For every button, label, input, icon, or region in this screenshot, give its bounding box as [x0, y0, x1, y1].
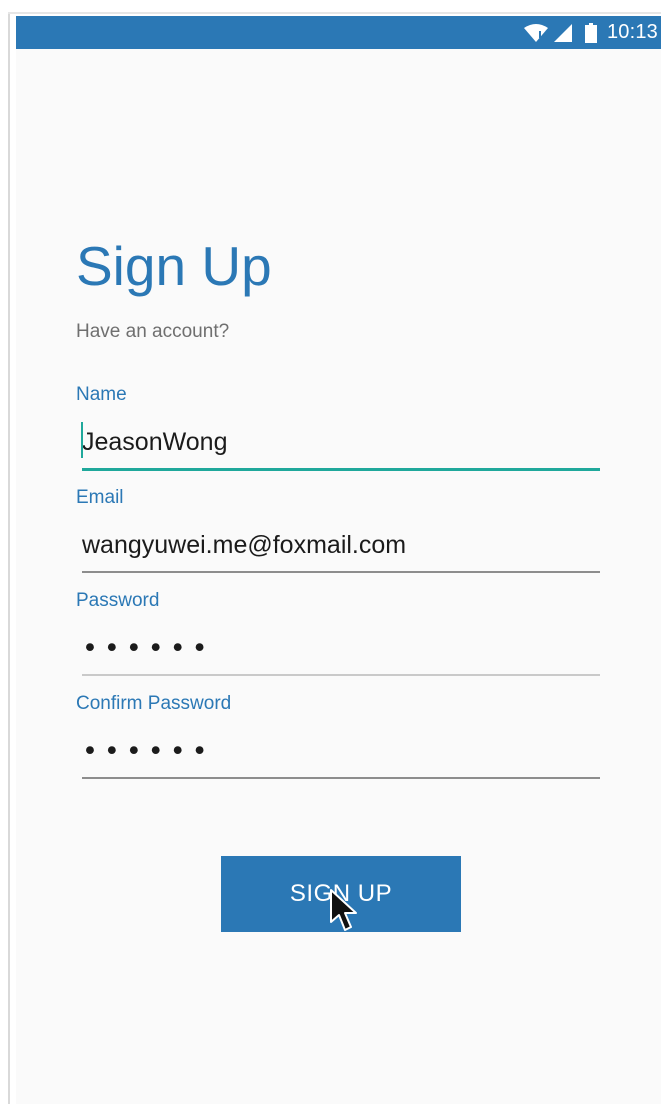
confirm-password-input-underline: [82, 777, 600, 779]
name-input[interactable]: [82, 422, 600, 462]
frame-border-top: [8, 12, 661, 14]
wifi-icon: [523, 23, 549, 43]
email-input-underline: [82, 571, 600, 573]
password-input-underline: [82, 674, 600, 676]
screenshot-frame: 10:13 Sign Up Have an account? Name Emai…: [0, 0, 661, 1104]
email-field-label: Email: [76, 487, 124, 508]
confirm-password-field-label: Confirm Password: [76, 693, 232, 714]
password-field-label: Password: [76, 590, 160, 611]
battery-icon: [584, 22, 597, 43]
password-input[interactable]: [82, 628, 600, 668]
text-caret: [81, 422, 83, 458]
phone-screen: 10:13 Sign Up Have an account? Name Emai…: [16, 16, 661, 1104]
frame-border-left: [8, 12, 10, 1104]
confirm-password-input[interactable]: [82, 731, 600, 771]
name-field-label: Name: [76, 384, 127, 405]
name-input-underline: [82, 468, 600, 471]
cellular-signal-icon: [553, 23, 573, 43]
page-title: Sign Up: [76, 235, 272, 297]
status-icons: 10:13: [523, 16, 658, 49]
status-bar: 10:13: [16, 16, 661, 49]
status-time: 10:13: [606, 21, 658, 43]
sign-up-button[interactable]: SIGN UP: [221, 856, 461, 932]
have-account-link[interactable]: Have an account?: [76, 321, 229, 343]
email-input[interactable]: [82, 525, 600, 565]
